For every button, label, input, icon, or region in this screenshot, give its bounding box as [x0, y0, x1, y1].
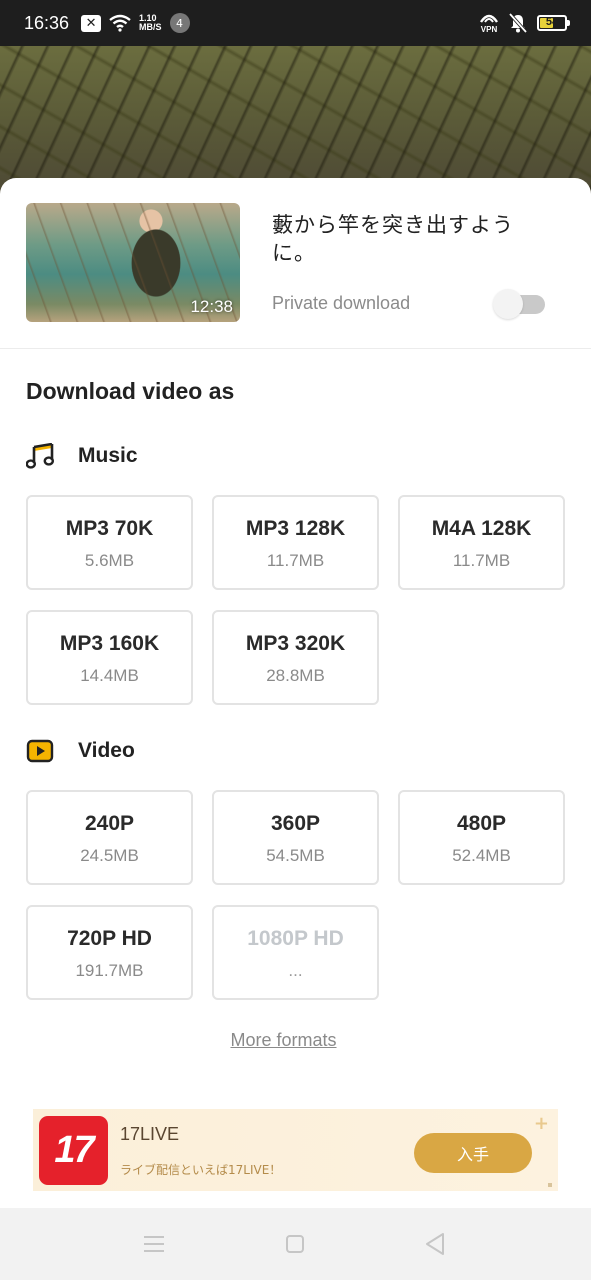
play-box-icon: [26, 739, 54, 763]
video-group-header: Video: [26, 738, 135, 764]
more-formats-link[interactable]: More formats: [0, 1030, 567, 1051]
format-size: 11.7MB: [452, 551, 511, 570]
format-option[interactable]: 360P 54.5MB: [212, 790, 379, 885]
video-group-label: Video: [78, 739, 135, 762]
video-header: 12:38 藪から竿を突き出すように。 Private download: [0, 178, 591, 349]
ad-install-button[interactable]: 入手: [414, 1133, 532, 1173]
format-name: MP3 128K: [245, 517, 346, 540]
vpn-label: VPN: [480, 24, 498, 34]
wifi-icon: [109, 14, 131, 32]
private-download-label: Private download: [272, 293, 411, 313]
vpn-icon: VPN: [479, 13, 499, 34]
music-group-label: Music: [78, 444, 138, 467]
format-size: 28.8MB: [266, 666, 325, 685]
format-option[interactable]: M4A 128K 11.7MB: [398, 495, 565, 590]
format-size: 11.7MB: [266, 551, 325, 570]
plus-decoration-icon: +: [533, 1113, 549, 1134]
format-name: 720P HD: [67, 927, 152, 950]
back-icon[interactable]: [424, 1232, 446, 1256]
format-option-disabled[interactable]: 1080P HD ...: [212, 905, 379, 1000]
format-name: MP3 70K: [65, 517, 154, 540]
format-name: M4A 128K: [431, 517, 532, 540]
ad-app-name: 17LIVE: [120, 1124, 180, 1144]
format-name: MP3 160K: [59, 632, 160, 655]
notification-count-badge: 4: [169, 13, 190, 33]
ad-banner[interactable]: 17 17LIVE ライブ配信といえば17LIVE！ 入手 +: [33, 1109, 558, 1191]
format-option[interactable]: 720P HD 191.7MB: [26, 905, 193, 1000]
private-download-toggle[interactable]: [493, 289, 547, 319]
format-size: 14.4MB: [80, 666, 139, 685]
format-option[interactable]: MP3 128K 11.7MB: [212, 495, 379, 590]
format-option[interactable]: MP3 70K 5.6MB: [26, 495, 193, 590]
net-speed-unit: MB/S: [139, 22, 162, 32]
music-group-header: Music: [26, 443, 138, 469]
format-size: 5.6MB: [84, 551, 135, 570]
format-size: 24.5MB: [80, 846, 139, 865]
format-option[interactable]: 240P 24.5MB: [26, 790, 193, 885]
ad-description: ライブ配信といえば17LIVE！: [120, 1163, 282, 1177]
battery-icon: 54: [537, 15, 570, 31]
format-size: 54.5MB: [266, 846, 325, 865]
video-duration: 12:38: [190, 297, 233, 316]
close-notification-icon: ✕: [81, 14, 102, 32]
ad-decoration: [548, 1183, 552, 1187]
format-size: 52.4MB: [452, 846, 511, 865]
format-size: ...: [288, 961, 303, 980]
format-size: 191.7MB: [75, 961, 144, 980]
home-icon[interactable]: [286, 1235, 304, 1253]
system-nav-bar: [0, 1208, 591, 1280]
download-sheet: 12:38 藪から竿を突き出すように。 Private download Dow…: [0, 178, 591, 1208]
recent-apps-icon[interactable]: [144, 1236, 164, 1252]
format-name: 240P: [84, 812, 135, 835]
clock: 16:36: [24, 12, 70, 33]
format-name: 480P: [456, 812, 507, 835]
video-title: 藪から竿を突き出すように。: [272, 213, 514, 265]
music-note-icon: [26, 443, 54, 469]
video-thumbnail: 12:38: [26, 203, 240, 322]
ad-app-logo: 17: [39, 1116, 108, 1185]
format-name: 360P: [270, 812, 321, 835]
format-name: MP3 320K: [245, 632, 346, 655]
format-option[interactable]: MP3 160K 14.4MB: [26, 610, 193, 705]
format-name: 1080P HD: [247, 927, 344, 950]
bell-muted-icon: [509, 13, 527, 33]
status-bar: 16:36 ✕ 1.10 MB/S 4 VPN 54: [0, 0, 591, 46]
net-speed: 1.10 MB/S: [139, 14, 162, 32]
format-option[interactable]: 480P 52.4MB: [398, 790, 565, 885]
battery-level: 54: [545, 16, 559, 28]
download-heading: Download video as: [26, 378, 235, 404]
format-option[interactable]: MP3 320K 28.8MB: [212, 610, 379, 705]
